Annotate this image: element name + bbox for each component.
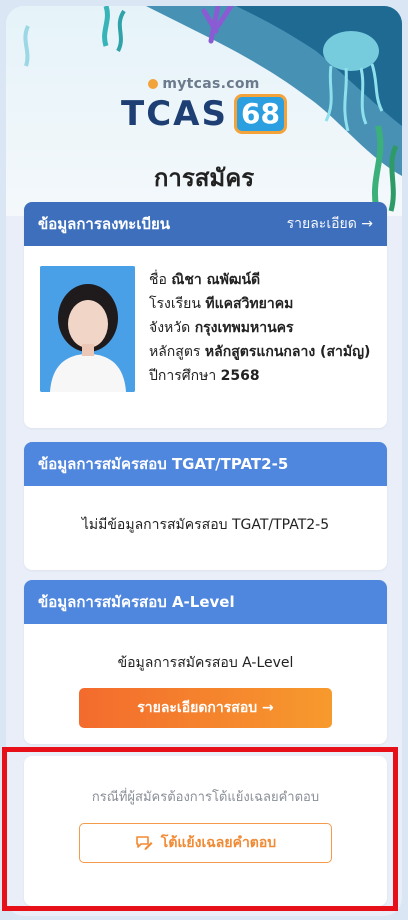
brand: TCAS 68 bbox=[6, 94, 402, 134]
alevel-heading: ข้อมูลการสมัครสอบ A-Level bbox=[38, 593, 235, 611]
registration-body: ชื่อ ณิชา ณพัฒน์ดี โรงเรียน ทีแคสวิทยาคม… bbox=[24, 246, 387, 412]
brand-number: 68 bbox=[233, 94, 287, 134]
app-screen: mytcas.com TCAS 68 การสมัคร ข้อมูลการลงท… bbox=[6, 6, 402, 916]
curriculum-name: หลักสูตรแกนกลาง (สามัญ) bbox=[204, 344, 371, 360]
province-row: จังหวัด กรุงเทพมหานคร bbox=[149, 320, 294, 336]
appeal-note: กรณีที่ผู้สมัครต้องการโต้แย้งเฉลยคำตอบ bbox=[91, 790, 320, 805]
student-info: ชื่อ ณิชา ณพัฒน์ดี โรงเรียน ทีแคสวิทยาคม… bbox=[149, 266, 370, 392]
year-row: ปีการศึกษา 2568 bbox=[149, 368, 260, 384]
alevel-card-header: ข้อมูลการสมัครสอบ A-Level bbox=[24, 580, 387, 624]
province-name: กรุงเทพมหานคร bbox=[194, 320, 294, 336]
tgat-heading: ข้อมูลการสมัครสอบ TGAT/TPAT2-5 bbox=[38, 455, 289, 473]
alevel-card: ข้อมูลการสมัครสอบ A-Level ข้อมูลการสมัคร… bbox=[24, 580, 387, 744]
site-name: mytcas.com bbox=[6, 76, 402, 92]
tgat-message: ไม่มีข้อมูลการสมัครสอบ TGAT/TPAT2-5 bbox=[81, 517, 330, 533]
school-name: ทีแคสวิทยาคม bbox=[205, 296, 294, 312]
registration-heading: ข้อมูลการลงทะเบียน bbox=[38, 215, 171, 233]
details-link[interactable]: รายละเอียด → bbox=[287, 213, 373, 235]
appeal-button-label: โต้แย้งเฉลยคำตอบ bbox=[160, 835, 277, 851]
alevel-message: ข้อมูลการสมัครสอบ A-Level bbox=[117, 655, 294, 671]
chat-edit-icon bbox=[135, 836, 153, 850]
registration-card-header: ข้อมูลการลงทะเบียน รายละเอียด → bbox=[24, 202, 387, 246]
name-row: ชื่อ ณิชา ณพัฒน์ดี bbox=[149, 272, 261, 288]
academic-year: 2568 bbox=[220, 368, 260, 384]
student-name: ณิชา ณพัฒน์ดี bbox=[171, 272, 261, 288]
student-photo bbox=[40, 266, 135, 392]
registration-card: ข้อมูลการลงทะเบียน รายละเอียด → ชื่อ ณิช… bbox=[24, 202, 387, 428]
header-banner: mytcas.com TCAS 68 การสมัคร bbox=[6, 6, 402, 216]
curriculum-row: หลักสูตร หลักสูตรแกนกลาง (สามัญ) bbox=[149, 344, 371, 360]
page-title: การสมัคร bbox=[153, 164, 255, 192]
brand-text: TCAS bbox=[121, 94, 228, 134]
appeal-button[interactable]: โต้แย้งเฉลยคำตอบ bbox=[79, 823, 332, 863]
tgat-card: ข้อมูลการสมัครสอบ TGAT/TPAT2-5 ไม่มีข้อม… bbox=[24, 442, 387, 570]
appeal-card: กรณีที่ผู้สมัครต้องการโต้แย้งเฉลยคำตอบ โ… bbox=[24, 756, 387, 906]
logo-dot-icon bbox=[148, 79, 159, 89]
student-avatar-icon bbox=[40, 266, 135, 392]
school-row: โรงเรียน ทีแคสวิทยาคม bbox=[149, 296, 294, 312]
exam-details-button[interactable]: รายละเอียดการสอบ → bbox=[79, 688, 332, 728]
tcas-logo: mytcas.com TCAS 68 bbox=[6, 76, 402, 134]
tgat-card-header: ข้อมูลการสมัครสอบ TGAT/TPAT2-5 bbox=[24, 442, 387, 486]
